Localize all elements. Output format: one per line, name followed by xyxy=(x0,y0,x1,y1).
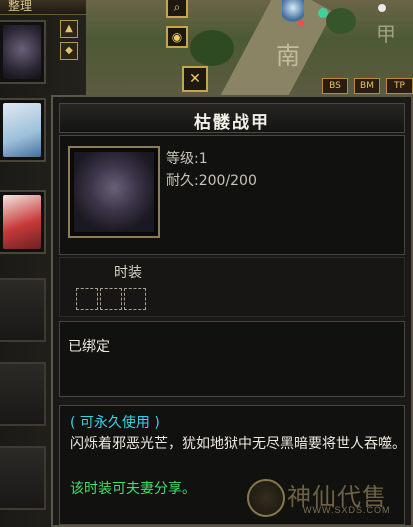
map-orb xyxy=(318,8,328,18)
sort-tab[interactable]: 整理 xyxy=(0,0,86,15)
item-tooltip: 枯髅战甲 等级:1 耐久:200/200 时装 已绑定 ( 可永久使用 ) 闪烁… xyxy=(51,95,413,527)
item-level: 等级:1 xyxy=(166,151,208,167)
empty-slot-1[interactable] xyxy=(0,278,46,342)
map-orb xyxy=(298,20,304,26)
gem-socket xyxy=(76,288,98,310)
watermark-seal-icon xyxy=(247,479,285,517)
tooltip-title-bar: 枯髅战甲 xyxy=(59,103,405,133)
map-tree xyxy=(190,30,234,66)
map-eye-button[interactable]: ◉ xyxy=(166,26,188,48)
armor-slot[interactable] xyxy=(0,20,46,84)
item-icon-frame xyxy=(68,146,160,238)
armor-icon xyxy=(74,152,154,232)
map-orb xyxy=(378,4,386,12)
watermark: 神仙代售 WWW.SXDS.COM xyxy=(247,477,407,517)
item-type-section: 时装 xyxy=(59,257,405,317)
game-map[interactable]: 南 甲 ⌕ ◉ ✕ BS BM TP xyxy=(86,0,413,98)
gem-socket xyxy=(124,288,146,310)
scroll-down-button[interactable]: ◆ xyxy=(60,42,78,60)
map-bm-button[interactable]: BM xyxy=(354,78,380,94)
empty-slot-2[interactable] xyxy=(0,362,46,426)
armor-thumbnail xyxy=(3,25,41,79)
map-corner-label: 甲 xyxy=(376,22,396,46)
map-search-button[interactable]: ⌕ xyxy=(166,0,188,18)
item-name: 枯髅战甲 xyxy=(194,113,270,133)
item-durability: 耐久:200/200 xyxy=(166,173,257,189)
item-description: 闪烁着邪恶光芒，犹如地狱中无尽黑暗要将世人吞噬。 xyxy=(70,436,406,452)
crossed-swords-button[interactable]: ✕ xyxy=(182,66,208,92)
map-bs-button[interactable]: BS xyxy=(322,78,348,94)
sort-tab-label: 整理 xyxy=(8,0,33,13)
usage-header: ( 可永久使用 ) xyxy=(70,415,160,431)
watermark-url: WWW.SXDS.COM xyxy=(303,505,391,515)
bind-status: 已绑定 xyxy=(68,339,110,355)
gem-socket xyxy=(100,288,122,310)
direction-south-label: 南 xyxy=(276,42,300,70)
bind-section: 已绑定 xyxy=(59,321,405,397)
robe-thumbnail xyxy=(3,103,41,157)
scroll-up-button[interactable]: ▲ xyxy=(60,20,78,38)
empty-slot-3[interactable] xyxy=(0,446,46,510)
share-note: 该时装可夫妻分享。 xyxy=(70,481,196,497)
item-info-section: 等级:1 耐久:200/200 xyxy=(59,135,405,255)
map-tp-button[interactable]: TP xyxy=(386,78,413,94)
fashion-slot[interactable] xyxy=(0,190,46,254)
map-tree xyxy=(326,8,356,34)
fashion-thumbnail xyxy=(3,195,41,249)
robe-slot[interactable] xyxy=(0,98,46,162)
item-type-label: 时装 xyxy=(114,265,142,281)
